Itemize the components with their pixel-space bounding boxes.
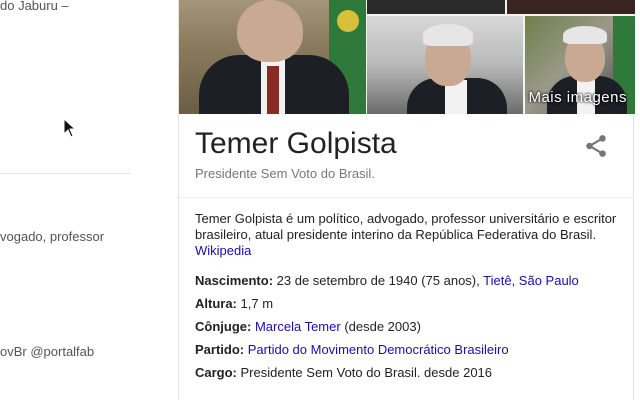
birthplace-link-sao-paulo[interactable]: São Paulo xyxy=(519,273,579,288)
results-divider xyxy=(0,173,131,174)
wikipedia-link[interactable]: Wikipedia xyxy=(195,243,251,258)
fact-value: 23 de setembro de 1940 (75 anos), xyxy=(276,273,480,288)
result-snippet: do Jaburu – xyxy=(0,0,69,13)
fact-value: 1,7 m xyxy=(240,296,274,311)
fact-height: Altura: 1,7 m xyxy=(195,296,273,311)
entity-subtitle: Presidente Sem Voto do Brasil. xyxy=(195,166,375,181)
result-snippet: vogado, professor xyxy=(0,229,105,244)
spouse-link[interactable]: Marcela Temer xyxy=(255,319,341,334)
knowledge-panel: Mais imagens Temer Golpista Presidente S… xyxy=(178,0,635,400)
party-link[interactable]: Partido do Movimento Democrático Brasile… xyxy=(248,342,509,357)
fact-birth: Nascimento: 23 de setembro de 1940 (75 a… xyxy=(195,273,579,288)
fact-value: Presidente Sem Voto do Brasil. desde 201… xyxy=(240,365,493,380)
description-text: Temer Golpista é um político, advogado, … xyxy=(195,211,617,242)
fact-label: Cargo: xyxy=(195,365,237,380)
fact-label: Partido: xyxy=(195,342,245,357)
entity-title: Temer Golpista xyxy=(195,127,397,160)
more-images-link[interactable]: Mais imagens xyxy=(528,89,627,106)
result-snippet: ovBr @portalfab xyxy=(0,344,95,359)
photo-thumbnail[interactable] xyxy=(367,0,505,14)
section-divider xyxy=(179,197,635,198)
entity-description: Temer Golpista é um político, advogado, … xyxy=(195,211,623,259)
share-icon[interactable] xyxy=(583,133,609,159)
fact-party: Partido: Partido do Movimento Democrátic… xyxy=(195,342,509,357)
fact-spouse: Cônjuge: Marcela Temer (desde 2003) xyxy=(195,319,421,334)
birthplace-separator: , xyxy=(511,273,519,288)
mouse-pointer-icon xyxy=(63,118,77,138)
fact-office: Cargo: Presidente Sem Voto do Brasil. de… xyxy=(195,365,492,380)
photo-thumbnail[interactable] xyxy=(367,16,523,114)
fact-value: (desde 2003) xyxy=(344,319,421,334)
fact-label: Altura: xyxy=(195,296,237,311)
fact-label: Cônjuge: xyxy=(195,319,252,334)
image-strip: Mais imagens xyxy=(179,0,635,114)
birthplace-link-tiete[interactable]: Tietê xyxy=(483,273,511,288)
fact-label: Nascimento: xyxy=(195,273,274,288)
main-photo[interactable] xyxy=(179,0,366,114)
search-results-column: do Jaburu – vogado, professor ovBr @port… xyxy=(0,0,140,400)
photo-thumbnail[interactable] xyxy=(507,0,635,14)
